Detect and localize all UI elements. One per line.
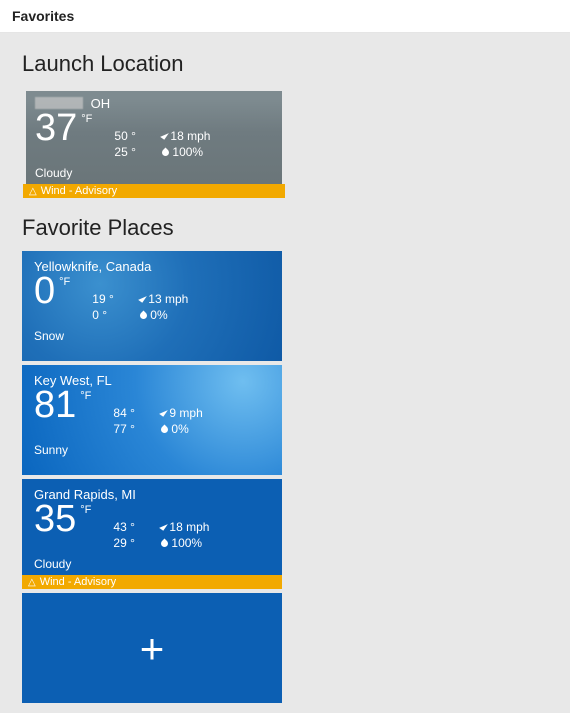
section-favorites-title: Favorite Places (22, 215, 548, 241)
redacted-city (35, 97, 83, 109)
add-favorite-tile[interactable]: + (22, 593, 282, 703)
wind-icon (160, 407, 169, 416)
condition-label: Cloudy (35, 166, 273, 180)
condition-label: Snow (34, 329, 270, 343)
favorite-tile[interactable]: Key West, FL 81 °F 84 ° 77 ° 9 mph 0% Su… (22, 365, 282, 475)
launch-location-tile[interactable]: OH 37 °F 50 ° 25 ° 18 mph 100% Cloudy △ … (22, 87, 286, 199)
wind-humidity: 18 mph 100% (162, 128, 240, 160)
low-value: 29 ° (113, 535, 161, 551)
wind-icon (160, 521, 169, 530)
temp-unit: °F (80, 390, 91, 402)
humidity-row: 0% (140, 307, 218, 323)
high-value: 19 ° (92, 291, 140, 307)
high-low: 84 ° 77 ° (113, 405, 161, 437)
advisory-text: Wind - Advisory (40, 576, 116, 588)
high-low: 50 ° 25 ° (114, 128, 162, 160)
high-value: 84 ° (113, 405, 161, 421)
location-state: OH (91, 96, 111, 111)
favorites-grid: Yellowknife, Canada 0 °F 19 ° 0 ° 13 mph… (22, 251, 548, 707)
weather-row: 37 °F 50 ° 25 ° 18 mph 100% (35, 109, 273, 160)
humidity-row: 100% (162, 144, 240, 160)
warning-icon: △ (28, 577, 36, 588)
high-low: 43 ° 29 ° (113, 519, 161, 551)
condition-label: Cloudy (34, 557, 270, 571)
humidity-icon (160, 539, 170, 549)
high-low: 19 ° 0 ° (92, 291, 140, 323)
page-title: Favorites (0, 0, 570, 33)
wind-icon (161, 130, 170, 139)
wind-icon (138, 293, 147, 302)
plus-icon: + (140, 628, 165, 670)
advisory-banner: △ Wind - Advisory (22, 575, 282, 589)
weather-row: 81 °F 84 ° 77 ° 9 mph 0% (34, 386, 270, 437)
wind-row: 13 mph (140, 291, 218, 307)
humidity-icon (161, 148, 171, 158)
section-launch-title: Launch Location (22, 51, 548, 77)
advisory-text: Wind - Advisory (41, 185, 117, 197)
temp-unit: °F (59, 276, 70, 288)
warning-icon: △ (29, 186, 37, 197)
low-value: 77 ° (113, 421, 161, 437)
wind-humidity: 9 mph 0% (161, 405, 239, 437)
wind-row: 18 mph (162, 128, 240, 144)
high-value: 43 ° (113, 519, 161, 535)
weather-row: 0 °F 19 ° 0 ° 13 mph 0% (34, 272, 270, 323)
page-body: Launch Location OH 37 °F 50 ° 25 ° 18 mp… (0, 33, 570, 713)
weather-row: 35 °F 43 ° 29 ° 18 mph 100% (34, 500, 270, 551)
temp-value: 0 (34, 272, 55, 310)
favorite-tile[interactable]: Grand Rapids, MI 35 °F 43 ° 29 ° 18 mph … (22, 479, 282, 589)
advisory-banner: △ Wind - Advisory (23, 184, 285, 198)
wind-row: 18 mph (161, 519, 239, 535)
humidity-row: 100% (161, 535, 239, 551)
humidity-icon (139, 311, 149, 321)
low-value: 25 ° (114, 144, 162, 160)
wind-humidity: 18 mph 100% (161, 519, 239, 551)
wind-humidity: 13 mph 0% (140, 291, 218, 323)
wind-row: 9 mph (161, 405, 239, 421)
temp-value: 37 (35, 109, 77, 147)
humidity-row: 0% (161, 421, 239, 437)
temp-unit: °F (81, 113, 92, 125)
high-value: 50 ° (114, 128, 162, 144)
condition-label: Sunny (34, 443, 270, 457)
humidity-icon (160, 425, 170, 435)
favorite-tile[interactable]: Yellowknife, Canada 0 °F 19 ° 0 ° 13 mph… (22, 251, 282, 361)
temp-value: 81 (34, 386, 76, 424)
low-value: 0 ° (92, 307, 140, 323)
